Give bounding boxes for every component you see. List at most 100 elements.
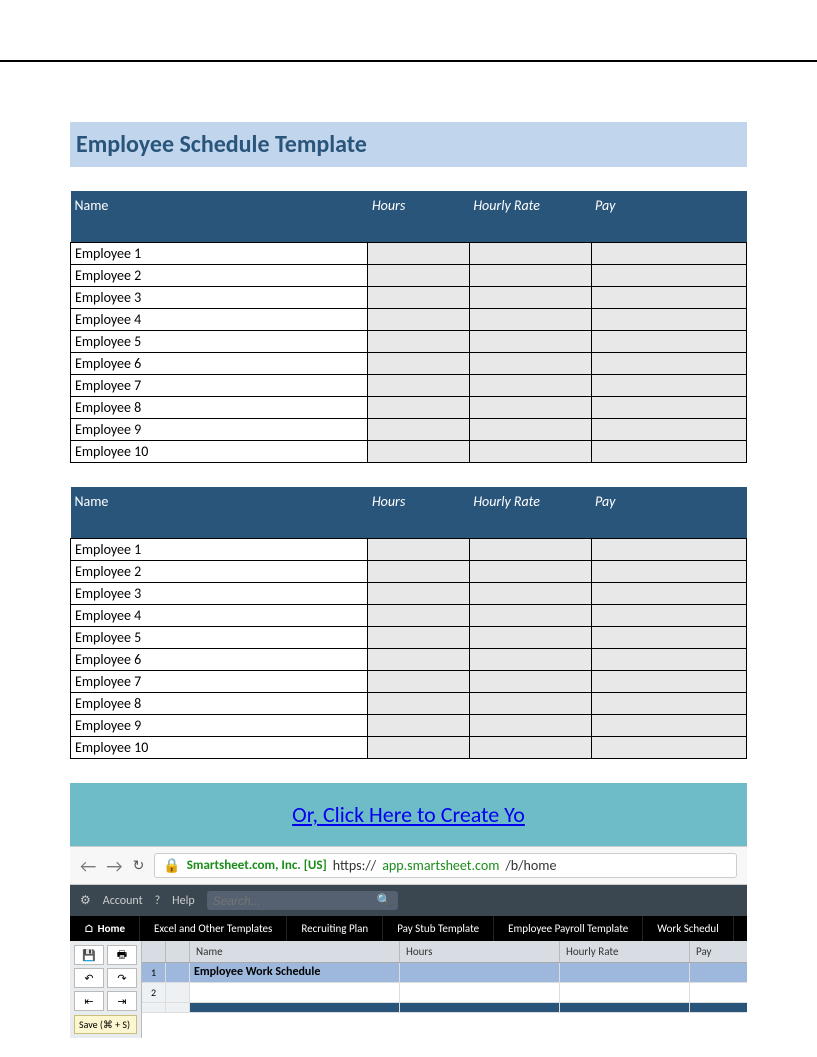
help-link[interactable]: Help [172, 894, 195, 908]
cell[interactable] [560, 963, 690, 983]
value-cell[interactable] [469, 627, 591, 649]
value-cell[interactable] [591, 671, 747, 693]
value-cell[interactable] [368, 243, 469, 265]
cell[interactable] [690, 963, 747, 983]
tool-print[interactable]: 🖶 [107, 945, 137, 965]
value-cell[interactable] [368, 693, 469, 715]
tool-indent[interactable]: ⇤ [74, 991, 104, 1011]
value-cell[interactable] [591, 441, 747, 463]
help-icon[interactable]: ? [155, 894, 161, 908]
employee-name-cell[interactable]: Employee 10 [71, 441, 368, 463]
value-cell[interactable] [469, 309, 591, 331]
employee-name-cell[interactable]: Employee 3 [71, 287, 368, 309]
value-cell[interactable] [591, 539, 747, 561]
value-cell[interactable] [591, 649, 747, 671]
cell[interactable] [690, 983, 747, 1003]
value-cell[interactable] [368, 649, 469, 671]
value-cell[interactable] [368, 737, 469, 759]
employee-name-cell[interactable]: Employee 8 [71, 397, 368, 419]
value-cell[interactable] [591, 419, 747, 441]
value-cell[interactable] [591, 309, 747, 331]
cell[interactable] [400, 1003, 560, 1013]
search-input[interactable] [213, 894, 373, 908]
value-cell[interactable] [368, 419, 469, 441]
value-cell[interactable] [591, 583, 747, 605]
tool-undo[interactable]: ↶ [74, 968, 104, 988]
sheet-title-cell[interactable]: Employee Work Schedule [190, 963, 400, 983]
employee-name-cell[interactable]: Employee 3 [71, 583, 368, 605]
value-cell[interactable] [469, 605, 591, 627]
cell[interactable] [560, 983, 690, 1003]
value-cell[interactable] [469, 715, 591, 737]
address-bar[interactable]: 🔒 Smartsheet.com, Inc. [US] https://app.… [154, 853, 737, 878]
back-icon[interactable]: ← [80, 855, 96, 877]
sheet-row-dark[interactable] [142, 1003, 747, 1013]
value-cell[interactable] [368, 287, 469, 309]
hdr-name[interactable]: Name [190, 941, 400, 962]
value-cell[interactable] [591, 605, 747, 627]
hdr-rate[interactable]: Hourly Rate [560, 941, 690, 962]
cell[interactable] [190, 983, 400, 1003]
value-cell[interactable] [469, 287, 591, 309]
sheet-title-row[interactable]: 1 Employee Work Schedule [142, 963, 747, 983]
employee-name-cell[interactable]: Employee 10 [71, 737, 368, 759]
value-cell[interactable] [469, 419, 591, 441]
employee-name-cell[interactable]: Employee 5 [71, 331, 368, 353]
employee-name-cell[interactable]: Employee 4 [71, 605, 368, 627]
value-cell[interactable] [368, 605, 469, 627]
value-cell[interactable] [591, 397, 747, 419]
search-box[interactable]: 🔍 [207, 891, 398, 910]
employee-name-cell[interactable]: Employee 8 [71, 693, 368, 715]
value-cell[interactable] [368, 353, 469, 375]
value-cell[interactable] [469, 583, 591, 605]
gear-icon[interactable]: ⚙ [80, 893, 91, 908]
value-cell[interactable] [591, 375, 747, 397]
forward-icon[interactable]: → [106, 855, 122, 877]
tool-redo[interactable]: ↷ [107, 968, 137, 988]
value-cell[interactable] [368, 539, 469, 561]
value-cell[interactable] [591, 737, 747, 759]
tab-paystub[interactable]: Pay Stub Template [383, 916, 494, 941]
value-cell[interactable] [469, 397, 591, 419]
tab-payroll[interactable]: Employee Payroll Template [494, 916, 643, 941]
value-cell[interactable] [368, 309, 469, 331]
employee-name-cell[interactable]: Employee 7 [71, 671, 368, 693]
value-cell[interactable] [469, 265, 591, 287]
value-cell[interactable] [591, 353, 747, 375]
value-cell[interactable] [368, 627, 469, 649]
cell[interactable] [690, 1003, 747, 1013]
employee-name-cell[interactable]: Employee 2 [71, 561, 368, 583]
hdr-hours[interactable]: Hours [400, 941, 560, 962]
reload-icon[interactable]: ↻ [133, 857, 145, 874]
tab-excel-templates[interactable]: Excel and Other Templates [140, 916, 287, 941]
value-cell[interactable] [368, 671, 469, 693]
value-cell[interactable] [469, 561, 591, 583]
cell[interactable] [190, 1003, 400, 1013]
search-icon[interactable]: 🔍 [377, 893, 392, 908]
employee-name-cell[interactable]: Employee 5 [71, 627, 368, 649]
value-cell[interactable] [591, 243, 747, 265]
cell[interactable] [560, 1003, 690, 1013]
value-cell[interactable] [469, 671, 591, 693]
value-cell[interactable] [368, 561, 469, 583]
value-cell[interactable] [368, 441, 469, 463]
cta-link[interactable]: Or, Click Here to Create Yo [292, 801, 525, 828]
value-cell[interactable] [469, 539, 591, 561]
value-cell[interactable] [591, 265, 747, 287]
value-cell[interactable] [591, 561, 747, 583]
cell[interactable] [400, 983, 560, 1003]
value-cell[interactable] [469, 353, 591, 375]
employee-name-cell[interactable]: Employee 9 [71, 419, 368, 441]
tool-outdent[interactable]: ⇥ [107, 991, 137, 1011]
value-cell[interactable] [368, 375, 469, 397]
value-cell[interactable] [469, 243, 591, 265]
cell[interactable] [400, 963, 560, 983]
sheet-row[interactable]: 2 [142, 983, 747, 1003]
value-cell[interactable] [469, 441, 591, 463]
value-cell[interactable] [591, 287, 747, 309]
account-link[interactable]: Account [103, 894, 143, 908]
value-cell[interactable] [469, 737, 591, 759]
value-cell[interactable] [368, 715, 469, 737]
employee-name-cell[interactable]: Employee 4 [71, 309, 368, 331]
employee-name-cell[interactable]: Employee 7 [71, 375, 368, 397]
